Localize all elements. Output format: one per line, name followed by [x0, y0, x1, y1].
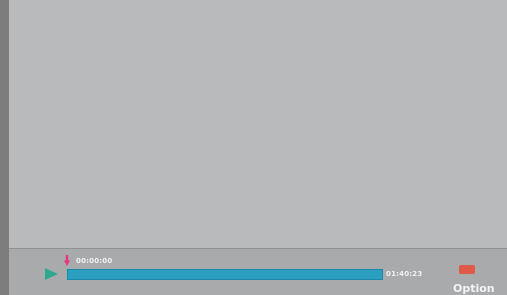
down-arrow-icon — [64, 255, 70, 266]
player-frame: 00:00:00 01:40:23 Option — [0, 0, 507, 295]
playback-control-bar: 00:00:00 01:40:23 Option — [9, 248, 507, 295]
play-icon[interactable] — [45, 268, 58, 280]
option-label: Option — [453, 282, 495, 295]
total-time: 01:40:23 — [386, 270, 423, 278]
option-button[interactable]: Option — [452, 263, 495, 295]
current-time: 00:00:00 — [76, 257, 113, 265]
video-area[interactable] — [9, 0, 507, 248]
progress-bar[interactable] — [67, 269, 383, 280]
red-button-icon — [459, 265, 475, 274]
